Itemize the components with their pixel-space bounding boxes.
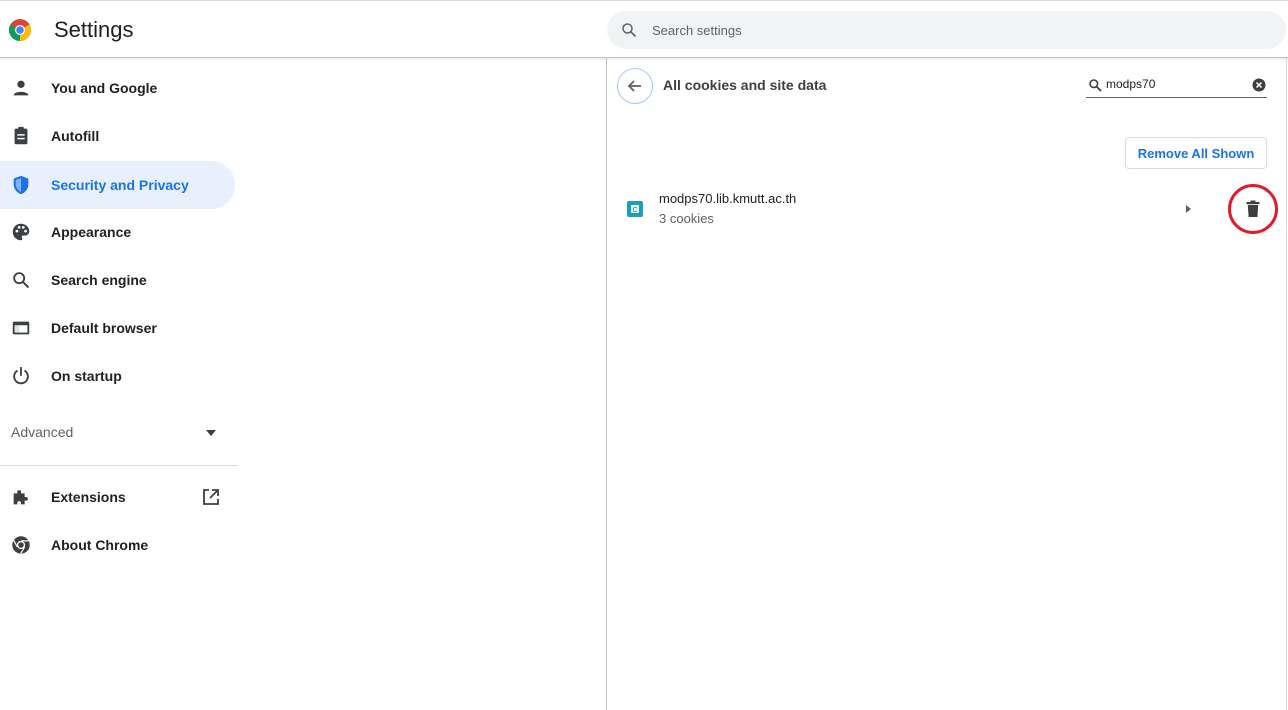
cookie-filter-search[interactable] [1086,72,1267,98]
sidebar-item-appearance[interactable]: Appearance [0,208,235,256]
clear-search-icon[interactable] [1252,78,1266,92]
page-title: Settings [54,17,134,42]
caret-down-icon [206,430,216,436]
content-right-border [1286,58,1287,710]
trash-icon [1246,200,1260,217]
settings-search-box[interactable] [607,11,1286,49]
sidebar-item-label: Security and Privacy [51,177,189,193]
sidebar-divider [0,465,238,466]
sidebar-item-on-startup[interactable]: On startup [0,352,235,400]
palette-icon [12,223,30,241]
cookie-filter-input[interactable] [1106,75,1246,93]
remove-all-shown-button[interactable]: Remove All Shown [1125,137,1267,169]
sidebar-item-label: Search engine [51,272,147,288]
clipboard-icon [14,126,28,145]
sidebar-item-label: Default browser [51,320,157,336]
advanced-section-toggle[interactable]: Advanced [0,408,235,456]
sidebar-item-about-chrome[interactable]: About Chrome [0,521,235,569]
delete-site-button[interactable] [1228,184,1278,234]
site-favicon-icon: C [627,201,643,217]
sidebar-item-you-and-google[interactable]: You and Google [0,64,235,112]
chrome-icon [12,536,30,555]
arrow-right-icon[interactable] [1182,203,1194,215]
search-icon [622,23,636,37]
sidebar: You and Google Autofill Security and Pri… [0,58,238,710]
puzzle-icon [13,490,28,505]
sidebar-item-label: On startup [51,368,122,384]
sidebar-item-label: You and Google [51,80,158,96]
shield-icon [13,175,29,195]
sidebar-item-search-engine[interactable]: Search engine [0,256,235,304]
content-left-border [606,58,607,710]
sidebar-item-label: Autofill [51,128,100,144]
arrow-back-icon [627,80,641,92]
sidebar-item-label: Extensions [51,489,126,505]
sidebar-item-label: About Chrome [51,537,149,553]
sidebar-item-label: Appearance [51,224,132,240]
sidebar-item-extensions[interactable]: Extensions [0,473,235,521]
sidebar-item-security-and-privacy[interactable]: Security and Privacy [0,161,235,209]
power-icon [13,366,29,385]
browser-window-icon [12,321,30,335]
chrome-logo-icon [9,19,31,41]
back-button[interactable] [617,68,653,104]
settings-search-input[interactable] [652,11,1252,49]
svg-text:C: C [632,207,637,214]
site-cookie-count: 3 cookies [659,211,714,226]
site-name: modps70.lib.kmutt.ac.th [659,191,797,206]
sidebar-item-autofill[interactable]: Autofill [0,112,235,160]
subpage-title: All cookies and site data [663,77,827,93]
sidebar-item-default-browser[interactable]: Default browser [0,304,235,352]
advanced-label: Advanced [11,424,74,440]
search-icon [1089,79,1102,92]
open-in-new-icon[interactable] [201,487,221,507]
top-toolbar: Settings [0,0,1288,58]
person-icon [13,80,29,96]
search-icon [13,272,29,288]
site-list-item[interactable]: C modps70.lib.kmutt.ac.th 3 cookies [617,184,1278,234]
